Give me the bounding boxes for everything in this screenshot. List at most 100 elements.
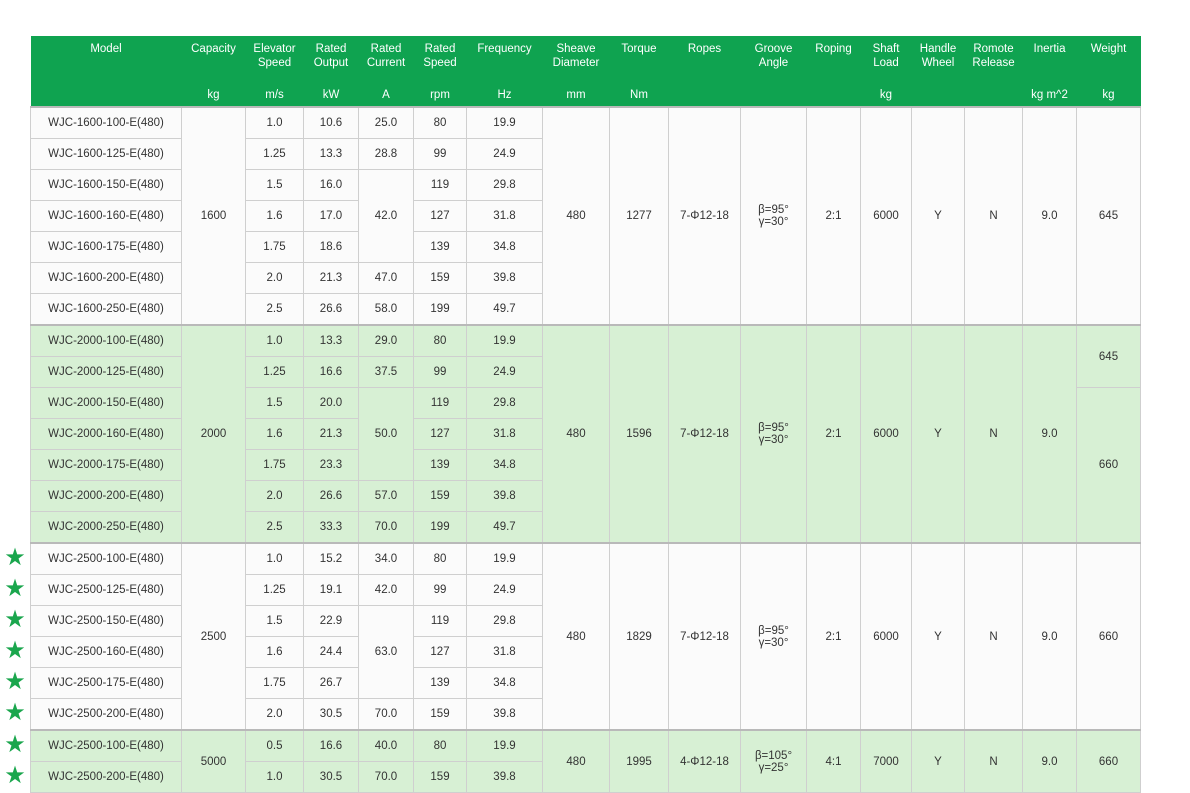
star-icon: ★ [4, 699, 26, 727]
groove-beta: β=95° [758, 204, 789, 216]
header-capacity: Capacity [181, 36, 246, 86]
rated-current-cell: 40.0 [358, 729, 414, 762]
unit-elevator-speed: m/s [245, 86, 304, 107]
sheave-diameter-cell: 480 [542, 729, 610, 793]
unit-rated-output: kW [303, 86, 359, 107]
elevator-speed-cell: 1.0 [245, 542, 304, 575]
model-group-5000: WJC-2500-100-E(480) 5000 0.5 16.6 40.0 80 19.9… [30, 729, 1141, 793]
frequency-cell: 19.9 [466, 324, 543, 357]
shaft-load-cell: 6000 [860, 106, 912, 326]
shaft-load-cell: 6000 [860, 542, 912, 731]
roping-cell: 2:1 [806, 106, 861, 326]
inertia-cell: 9.0 [1022, 729, 1077, 793]
rated-speed-cell: 80 [413, 729, 467, 762]
frequency-cell: 19.9 [466, 729, 543, 762]
unit-ropes [668, 86, 741, 107]
rated-speed-cell: 80 [413, 106, 467, 139]
elevator-speed-cell: 1.75 [245, 231, 304, 263]
unit-groove-angle [740, 86, 807, 107]
header-remote-release: Romote Release [964, 36, 1023, 86]
model-group-1600: WJC-1600-100-E(480) 1600 1.0 10.6 25.0 80 19.9… [30, 106, 1141, 326]
weight-cell: 645 [1076, 324, 1141, 388]
elevator-speed-cell: 2.0 [245, 698, 304, 731]
model-group-2000: WJC-2000-100-E(480) 2000 1.0 13.3 29.0 80 19.9… [30, 324, 1141, 544]
shaft-load-cell: 7000 [860, 729, 912, 793]
frequency-cell: 39.8 [466, 480, 543, 512]
rated-current-cell: 42.0 [358, 169, 414, 263]
weight-cell: 660 [1076, 387, 1141, 544]
frequency-cell: 19.9 [466, 542, 543, 575]
rated-output-cell: 22.9 [303, 605, 359, 637]
roping-cell: 2:1 [806, 542, 861, 731]
rated-speed-cell: 99 [413, 356, 467, 388]
model-cell: WJC-1600-100-E(480) [30, 106, 182, 139]
weight-cell: 645 [1076, 106, 1141, 326]
rated-output-cell: 30.5 [303, 698, 359, 731]
rated-speed-cell: 139 [413, 231, 467, 263]
elevator-speed-cell: 1.25 [245, 574, 304, 606]
elevator-speed-cell: 1.6 [245, 418, 304, 450]
sheave-diameter-cell: 480 [542, 106, 610, 326]
elevator-speed-cell: 1.5 [245, 169, 304, 201]
table-row: WJC-2500-100-E(480) 5000 0.5 16.6 40.0 80 19.9… [30, 729, 1141, 793]
ropes-cell: 7-Φ12-18 [668, 106, 741, 326]
groove-gamma: γ=30° [758, 434, 789, 446]
handle-wheel-cell: Y [911, 106, 965, 326]
model-cell: WJC-2000-200-E(480) [30, 480, 182, 512]
model-cell: WJC-1600-150-E(480) [30, 169, 182, 201]
elevator-speed-cell: 1.5 [245, 387, 304, 419]
rated-speed-cell: 159 [413, 262, 467, 294]
groove-gamma: γ=30° [758, 216, 789, 228]
groove-beta: β=95° [758, 422, 789, 434]
star-icon: ★ [4, 637, 26, 664]
star-icon: ★ [4, 762, 26, 789]
torque-cell: 1995 [609, 729, 669, 793]
groove-angle-cell: β=95° γ=30° [740, 542, 807, 731]
frequency-cell: 31.8 [466, 418, 543, 450]
unit-weight: kg [1076, 86, 1141, 107]
unit-sheave-diameter: mm [542, 86, 610, 107]
rated-output-cell: 26.7 [303, 667, 359, 699]
unit-remote-release [964, 86, 1023, 107]
rated-speed-cell: 119 [413, 169, 467, 201]
rated-current-cell: 25.0 [358, 106, 414, 139]
frequency-cell: 31.8 [466, 636, 543, 668]
frequency-cell: 34.8 [466, 667, 543, 699]
capacity-cell: 1600 [181, 106, 246, 326]
ropes-cell: 4-Φ12-18 [668, 729, 741, 793]
inertia-cell: 9.0 [1022, 324, 1077, 544]
model-cell: WJC-1600-250-E(480) [30, 293, 182, 326]
rated-current-cell: 47.0 [358, 262, 414, 294]
unit-shaft-load: kg [860, 86, 912, 107]
rated-current-cell: 63.0 [358, 605, 414, 699]
unit-inertia: kg m^2 [1022, 86, 1077, 107]
groove-angle-cell: β=95° γ=30° [740, 106, 807, 326]
elevator-speed-cell: 1.0 [245, 106, 304, 139]
elevator-speed-cell: 1.75 [245, 449, 304, 481]
remote-release-cell: N [964, 542, 1023, 731]
rated-output-cell: 16.6 [303, 356, 359, 388]
frequency-cell: 49.7 [466, 511, 543, 544]
header-torque: Torque [609, 36, 669, 86]
rated-current-cell: 70.0 [358, 511, 414, 544]
frequency-cell: 39.8 [466, 262, 543, 294]
header-shaft-load: Shaft Load [860, 36, 912, 86]
groove-angle-cell: β=95° γ=30° [740, 324, 807, 544]
model-cell: WJC-2500-200-E(480) [30, 698, 182, 731]
roping-cell: 4:1 [806, 729, 861, 793]
rated-speed-cell: 119 [413, 605, 467, 637]
rated-output-cell: 18.6 [303, 231, 359, 263]
rated-speed-cell: 127 [413, 200, 467, 232]
rated-current-cell: 58.0 [358, 293, 414, 326]
rated-speed-cell: 199 [413, 511, 467, 544]
model-cell: WJC-2000-150-E(480) [30, 387, 182, 419]
model-cell: WJC-1600-125-E(480) [30, 138, 182, 170]
rated-current-cell: 42.0 [358, 574, 414, 606]
model-cell: WJC-1600-200-E(480) [30, 262, 182, 294]
rated-output-cell: 16.0 [303, 169, 359, 201]
unit-rated-current: A [358, 86, 414, 107]
rated-current-cell: 50.0 [358, 387, 414, 481]
torque-cell: 1829 [609, 542, 669, 731]
rated-speed-cell: 80 [413, 324, 467, 357]
weight-cell: 660 [1076, 729, 1141, 793]
